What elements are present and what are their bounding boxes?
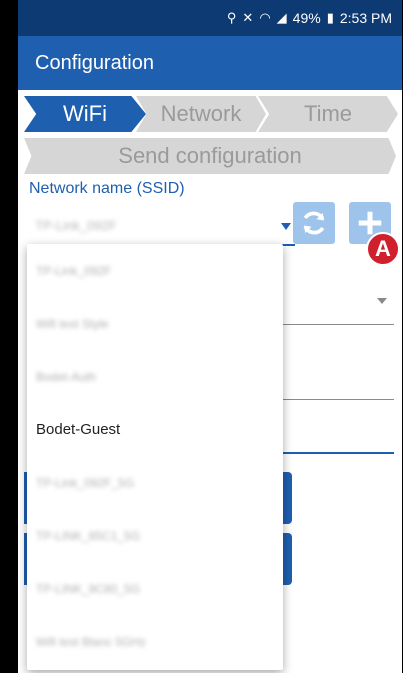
list-item-label: Bodet-Auth [36, 369, 97, 384]
chevron-down-icon [281, 223, 291, 230]
step-send-configuration[interactable]: Send configuration [24, 138, 396, 174]
refresh-icon [303, 211, 325, 235]
list-item-label: Wifi test Blanc 5GHz [36, 634, 147, 649]
app-bar: Configuration [18, 36, 402, 90]
ssid-label: Network name (SSID) [29, 180, 185, 197]
step-network-label: Network [160, 101, 242, 126]
list-item-label: Bodet-Guest [36, 421, 121, 438]
app-screen: ⚲ ✕ ◠ ◢ 49% ▮ 2:53 PM Configuration WiFi… [18, 0, 402, 673]
clock: 2:53 PM [339, 10, 392, 26]
location-icon: ⚲ [226, 10, 237, 25]
list-item-label: TP-Link_092F_5G [36, 475, 135, 490]
field-underline [280, 399, 394, 400]
step-network[interactable]: Network [136, 96, 266, 132]
ssid-select-value: TP-Link_092F [35, 218, 117, 233]
list-item[interactable]: Wifi test Style [27, 297, 283, 350]
callout-badge: A [366, 232, 400, 266]
refresh-button[interactable] [293, 202, 335, 244]
list-item[interactable]: Bodet-Auth [27, 350, 283, 403]
wifi-icon: ◠ [259, 10, 271, 25]
step-time[interactable]: Time [258, 96, 398, 132]
list-item-label: TP-Link_092F [36, 263, 112, 278]
battery-level: 49% [292, 10, 321, 26]
step-time-label: Time [303, 101, 353, 126]
step-wifi-label: WiFi [63, 101, 107, 126]
step-indicator: WiFi Network Time Send configuration [18, 96, 402, 176]
chevron-down-icon[interactable] [377, 298, 387, 304]
list-item[interactable]: Wifi test Blanc 5GHz [27, 615, 283, 668]
list-item[interactable]: TP-Link_092F_5G [27, 456, 283, 509]
list-item[interactable]: Bodet-Guest [27, 403, 283, 456]
list-item-label: TP-LINK_85C1_5G [36, 528, 141, 543]
signal-icon: ◢ [276, 10, 287, 25]
status-bar: ⚲ ✕ ◠ ◢ 49% ▮ 2:53 PM [18, 0, 402, 36]
list-item[interactable]: TP-LINK_9C80_5G [27, 562, 283, 615]
list-item-label: TP-LINK_9C80_5G [36, 581, 141, 596]
step-send-label: Send configuration [118, 143, 302, 168]
mute-icon: ✕ [242, 10, 254, 25]
field-underline [280, 324, 394, 325]
page-title: Configuration [35, 51, 154, 74]
ssid-select[interactable]: TP-Link_092F [29, 208, 295, 246]
battery-icon: ▮ [326, 10, 334, 25]
list-item[interactable]: TP-Link_092F [27, 244, 283, 297]
list-item[interactable]: TP-LINK_85C1_5G [27, 509, 283, 562]
field-underline [280, 452, 394, 454]
list-item-label: Wifi test Style [36, 316, 109, 331]
ssid-dropdown-list: TP-Link_092F Wifi test Style Bodet-Auth … [27, 244, 283, 670]
step-wifi[interactable]: WiFi [24, 96, 146, 132]
